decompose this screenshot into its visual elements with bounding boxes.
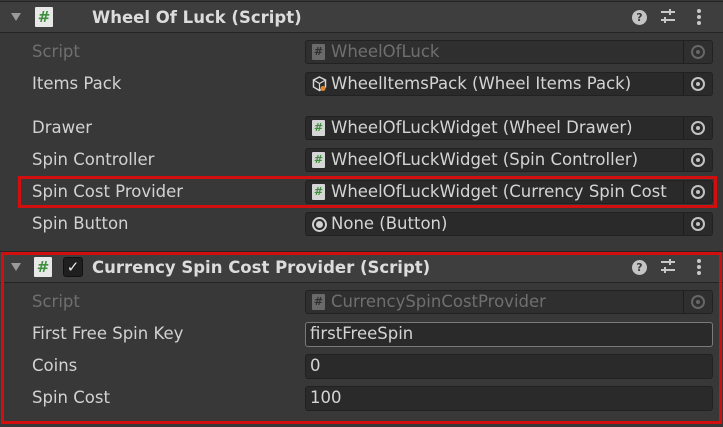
- component-header-currency-spin-cost-provider[interactable]: # ✓ Currency Spin Cost Provider (Script)…: [0, 251, 723, 283]
- spin-button-value: None (Button): [331, 214, 448, 233]
- drawer-label: Drawer: [32, 118, 93, 137]
- spin-button-field[interactable]: None (Button): [305, 212, 713, 236]
- script-field: # WheelOfLuck: [305, 40, 713, 64]
- component-ref-icon: [312, 217, 327, 232]
- help-icon[interactable]: ?: [632, 10, 647, 25]
- spin-controller-label: Spin Controller: [32, 150, 155, 169]
- items-pack-field[interactable]: WheelItemsPack (Wheel Items Pack): [305, 72, 713, 96]
- script-icon: #: [312, 152, 325, 168]
- drawer-field[interactable]: # WheelOfLuckWidget (Wheel Drawer): [305, 116, 713, 140]
- scriptable-object-icon: [312, 76, 327, 95]
- csharp-script-icon: #: [35, 7, 53, 27]
- foldout-arrow-icon[interactable]: [11, 263, 21, 271]
- object-picker-icon: [683, 291, 712, 313]
- kebab-menu-icon[interactable]: [696, 258, 702, 280]
- drawer-value: WheelOfLuckWidget (Wheel Drawer): [331, 118, 633, 137]
- script-icon: #: [312, 184, 325, 200]
- script-label: Script: [32, 42, 80, 61]
- script-icon: #: [312, 44, 325, 60]
- csharp-script-icon: #: [34, 257, 52, 277]
- component-title: Currency Spin Cost Provider (Script): [92, 258, 431, 277]
- presets-sliders-icon[interactable]: [660, 8, 676, 28]
- component-header-wheel-of-luck[interactable]: # Wheel Of Luck (Script) ?: [0, 1, 723, 33]
- presets-sliders-icon[interactable]: [660, 258, 676, 278]
- object-picker-icon[interactable]: [683, 149, 712, 171]
- script-label: Script: [32, 292, 80, 311]
- script-value: WheelOfLuck: [331, 42, 440, 61]
- script-value: CurrencySpinCostProvider: [331, 292, 546, 311]
- object-picker-icon[interactable]: [683, 213, 712, 235]
- kebab-menu-icon[interactable]: [696, 8, 702, 30]
- spin-cost-provider-label: Spin Cost Provider: [32, 182, 184, 201]
- foldout-arrow-icon[interactable]: [11, 13, 21, 21]
- object-picker-icon[interactable]: [683, 117, 712, 139]
- first-free-spin-key-label: First Free Spin Key: [32, 324, 184, 343]
- coins-label: Coins: [32, 356, 78, 375]
- spin-controller-value: WheelOfLuckWidget (Spin Controller): [331, 150, 639, 169]
- object-picker-icon[interactable]: [683, 73, 712, 95]
- script-icon: #: [312, 120, 325, 136]
- items-pack-label: Items Pack: [32, 74, 122, 93]
- first-free-spin-key-input[interactable]: firstFreeSpin: [305, 322, 713, 347]
- object-picker-icon: [683, 41, 712, 63]
- script-icon: #: [312, 294, 325, 310]
- spin-cost-label: Spin Cost: [32, 388, 110, 407]
- spin-cost-provider-value: WheelOfLuckWidget (Currency Spin Cost: [331, 182, 667, 201]
- spin-button-label: Spin Button: [32, 214, 129, 233]
- spin-cost-input[interactable]: 100: [305, 386, 713, 411]
- items-pack-value: WheelItemsPack (Wheel Items Pack): [331, 74, 632, 93]
- coins-input[interactable]: 0: [305, 354, 713, 379]
- enabled-checkbox[interactable]: ✓: [63, 257, 83, 277]
- script-field: # CurrencySpinCostProvider: [305, 290, 713, 314]
- component-title: Wheel Of Luck (Script): [92, 8, 302, 27]
- object-picker-icon[interactable]: [683, 181, 712, 203]
- spin-controller-field[interactable]: # WheelOfLuckWidget (Spin Controller): [305, 148, 713, 172]
- spin-cost-provider-field[interactable]: # WheelOfLuckWidget (Currency Spin Cost: [305, 180, 713, 204]
- help-icon[interactable]: ?: [632, 260, 647, 275]
